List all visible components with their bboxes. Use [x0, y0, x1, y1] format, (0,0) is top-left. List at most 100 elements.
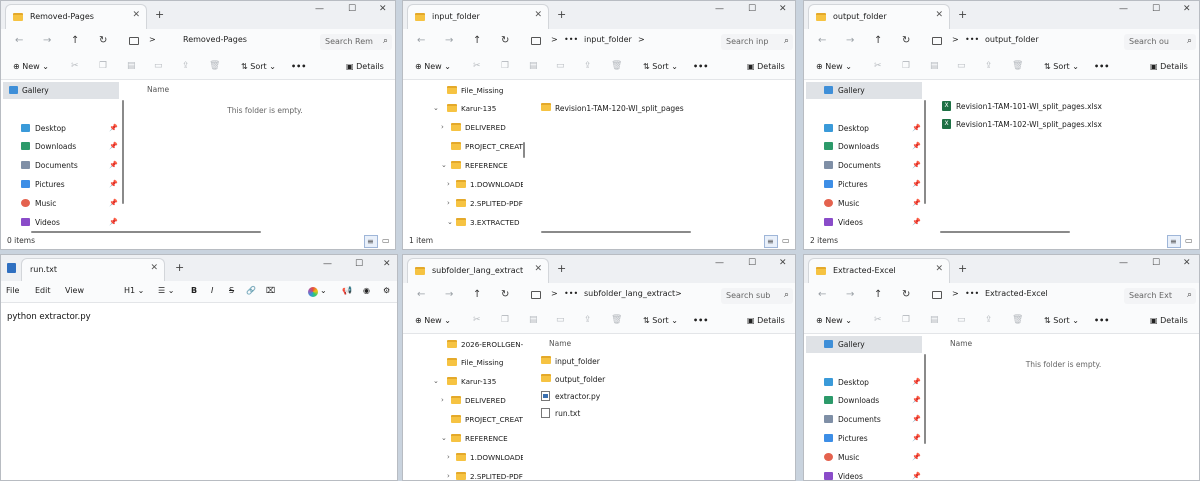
cut-icon[interactable]: ✂	[874, 61, 882, 71]
more-options-button[interactable]: •••	[693, 62, 708, 71]
chevron-right-icon[interactable]: ›	[447, 180, 450, 188]
refresh-icon[interactable]: ↻	[99, 35, 107, 46]
tree-item[interactable]: › 2.SPLITED-PDF	[403, 195, 523, 213]
rename-icon[interactable]: ▭	[957, 61, 966, 71]
address-segment[interactable]: input_folder	[584, 35, 632, 44]
column-header-name[interactable]: Name	[950, 339, 972, 348]
paste-icon[interactable]: ▤	[930, 61, 939, 71]
minimize-button[interactable]: —	[315, 4, 324, 14]
tree-item[interactable]: ⌄ 3.EXTRACTED	[403, 214, 523, 232]
address-overflow-button[interactable]: •••	[965, 289, 979, 298]
column-header-name[interactable]: Name	[549, 339, 571, 348]
sidebar-item-gallery[interactable]: Gallery	[806, 336, 922, 353]
address-segment[interactable]: Extracted-Excel	[985, 289, 1048, 298]
tab-extracted-excel[interactable]: Extracted-Excel ✕	[808, 258, 950, 283]
rename-icon[interactable]: ▭	[556, 61, 565, 71]
more-options-button[interactable]: •••	[291, 62, 306, 71]
cut-icon[interactable]: ✂	[874, 315, 882, 325]
forward-arrow-icon[interactable]: →	[445, 35, 453, 46]
copy-icon[interactable]: ❐	[501, 315, 509, 325]
new-tab-button[interactable]: +	[958, 8, 967, 21]
tree-item[interactable]: ⌄ REFERENCE	[403, 430, 523, 448]
tiles-view-button[interactable]: ▭	[1183, 235, 1197, 248]
sidebar-item-documents[interactable]: Documents 📌	[806, 157, 922, 174]
tab-close-icon[interactable]: ✕	[132, 10, 140, 20]
address-segment[interactable]: output_folder	[985, 35, 1039, 44]
chevron-down-icon[interactable]: ⌄	[447, 218, 453, 226]
sidebar-item-downloads[interactable]: Downloads 📌	[806, 138, 922, 155]
copy-icon[interactable]: ❐	[99, 61, 107, 71]
maximize-button[interactable]: ☐	[348, 4, 356, 14]
details-button[interactable]: ▣ Details	[747, 62, 785, 71]
copy-icon[interactable]: ❐	[501, 61, 509, 71]
paste-icon[interactable]: ▤	[930, 315, 939, 325]
new-tab-button[interactable]: +	[557, 262, 566, 275]
close-window-button[interactable]: ✕	[779, 258, 787, 268]
close-window-button[interactable]: ✕	[379, 4, 387, 14]
up-arrow-icon[interactable]: ↑	[874, 35, 882, 46]
sidebar-item-music[interactable]: Music 📌	[3, 195, 119, 212]
tab-close-icon[interactable]: ✕	[935, 10, 943, 20]
refresh-icon[interactable]: ↻	[902, 35, 910, 46]
address-chevron[interactable]: >	[675, 289, 682, 298]
bold-button[interactable]: B	[191, 286, 197, 295]
tab-close-icon[interactable]: ✕	[534, 264, 542, 274]
chevron-right-icon[interactable]: ›	[441, 396, 444, 404]
tree-item[interactable]: PROJECT_CREATIC	[403, 411, 523, 429]
forward-arrow-icon[interactable]: →	[445, 289, 453, 300]
copy-icon[interactable]: ❐	[902, 315, 910, 325]
sort-button[interactable]: ⇅ Sort ⌄	[1044, 62, 1079, 71]
maximize-button[interactable]: ☐	[1152, 4, 1160, 14]
sidebar-item-downloads[interactable]: Downloads 📌	[806, 392, 922, 409]
megaphone-icon[interactable]: 📢	[342, 286, 352, 295]
back-arrow-icon[interactable]: ←	[818, 289, 826, 300]
tree-item[interactable]: File_Missing	[403, 354, 523, 372]
sidebar-scrollbar[interactable]	[122, 100, 124, 204]
chevron-right-icon[interactable]: ›	[441, 123, 444, 131]
paste-icon[interactable]: ▤	[529, 61, 538, 71]
paste-icon[interactable]: ▤	[529, 315, 538, 325]
rename-icon[interactable]: ▭	[154, 61, 163, 71]
refresh-icon[interactable]: ↻	[902, 289, 910, 300]
clear-format-icon[interactable]: ⌧	[266, 286, 275, 295]
sidebar-item-pictures[interactable]: Pictures 📌	[3, 176, 119, 193]
details-view-button[interactable]: ≡	[764, 235, 778, 248]
cut-icon[interactable]: ✂	[473, 61, 481, 71]
new-button[interactable]: ⊕ New ⌄	[816, 62, 852, 71]
strikethrough-button[interactable]: S	[229, 286, 234, 295]
sidebar-item-gallery[interactable]: Gallery	[3, 82, 119, 99]
sort-button[interactable]: ⇅ Sort ⌄	[241, 62, 276, 71]
new-tab-button[interactable]: +	[155, 8, 164, 21]
tree-item[interactable]: › 2.SPLITED-PDF	[403, 468, 523, 480]
back-arrow-icon[interactable]: ←	[417, 35, 425, 46]
rename-icon[interactable]: ▭	[957, 315, 966, 325]
sidebar-scrollbar[interactable]	[924, 100, 926, 204]
details-view-button[interactable]: ≡	[364, 235, 378, 248]
more-options-button[interactable]: •••	[1094, 316, 1109, 325]
chevron-right-icon[interactable]: ›	[447, 199, 450, 207]
horizontal-scrollbar[interactable]	[940, 231, 1070, 233]
new-tab-button[interactable]: +	[958, 262, 967, 275]
maximize-button[interactable]: ☐	[748, 258, 756, 268]
sidebar-item-music[interactable]: Music 📌	[806, 195, 922, 212]
chevron-down-icon[interactable]: ⌄	[441, 161, 447, 169]
cut-icon[interactable]: ✂	[71, 61, 79, 71]
address-overflow-button[interactable]: •••	[564, 35, 578, 44]
address-overflow-button[interactable]: •••	[965, 35, 979, 44]
rename-icon[interactable]: ▭	[556, 315, 565, 325]
new-button[interactable]: ⊕ New ⌄	[816, 316, 852, 325]
delete-icon[interactable]: 🗑	[611, 315, 622, 325]
tab-input-folder[interactable]: input_folder ✕	[407, 4, 549, 29]
search-box[interactable]: Search sub ⌕	[721, 288, 793, 304]
chevron-down-icon[interactable]: ⌄	[433, 377, 439, 385]
chevron-down-icon[interactable]: ⌄	[433, 104, 439, 112]
chevron-right-icon[interactable]: ›	[447, 453, 450, 461]
sidebar-item-gallery[interactable]: Gallery	[806, 82, 922, 99]
up-arrow-icon[interactable]: ↑	[473, 289, 481, 300]
close-window-button[interactable]: ✕	[1183, 4, 1191, 14]
heading-dropdown[interactable]: H1 ⌄	[124, 286, 144, 295]
tab-output-folder[interactable]: output_folder ✕	[808, 4, 950, 29]
minimize-button[interactable]: —	[715, 258, 724, 268]
sort-button[interactable]: ⇅ Sort ⌄	[643, 62, 678, 71]
sidebar-item-desktop[interactable]: Desktop 📌	[3, 120, 119, 137]
